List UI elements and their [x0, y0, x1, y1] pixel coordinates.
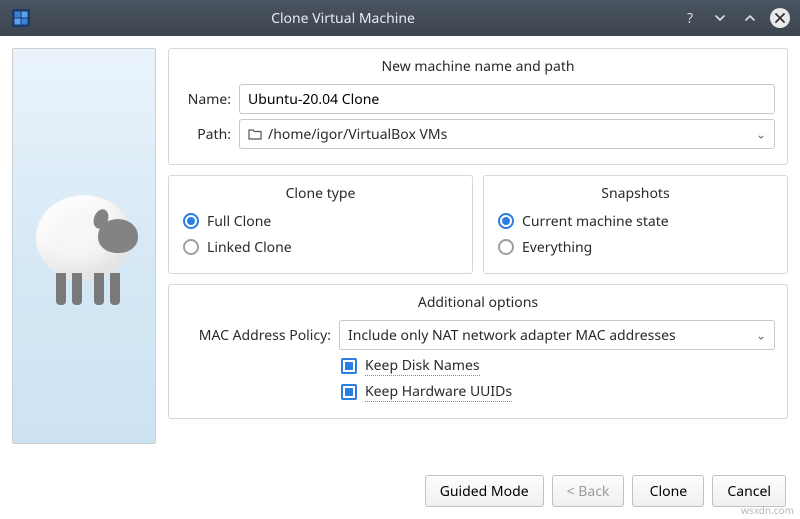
- window-title: Clone Virtual Machine: [6, 9, 680, 28]
- wizard-illustration: [12, 48, 156, 444]
- sheep-image: [36, 195, 132, 281]
- guided-mode-button[interactable]: Guided Mode: [425, 475, 544, 507]
- dialog-button-row: Guided Mode < Back Clone Cancel: [12, 475, 788, 507]
- mac-policy-value: Include only NAT network adapter MAC add…: [348, 326, 676, 345]
- radio-linked-clone[interactable]: Linked Clone: [183, 237, 460, 257]
- group-title-name-path: New machine name and path: [181, 57, 775, 76]
- radio-everything[interactable]: Everything: [498, 237, 775, 257]
- dialog-body: New machine name and path Name: Path: /h…: [0, 36, 800, 519]
- check-keep-hw-uuids[interactable]: Keep Hardware UUIDs: [341, 382, 775, 402]
- titlebar: Clone Virtual Machine ?: [0, 0, 800, 36]
- watermark: wsxdn.com: [741, 503, 794, 517]
- mac-policy-combo[interactable]: Include only NAT network adapter MAC add…: [339, 320, 775, 350]
- path-label: Path:: [181, 125, 231, 144]
- radio-label-linked: Linked Clone: [207, 238, 292, 257]
- radio-icon: [498, 213, 514, 229]
- clone-button[interactable]: Clone: [632, 475, 704, 507]
- back-button[interactable]: < Back: [552, 475, 625, 507]
- group-title-additional: Additional options: [181, 293, 775, 312]
- checkbox-icon: [341, 384, 357, 400]
- name-label: Name:: [181, 90, 231, 109]
- check-label-hw-uuids: Keep Hardware UUIDs: [365, 382, 512, 402]
- path-value: /home/igor/VirtualBox VMs: [268, 125, 447, 144]
- close-button[interactable]: [770, 8, 790, 28]
- group-snapshots: Snapshots Current machine state Everythi…: [483, 175, 788, 274]
- chevron-down-icon: ⌄: [756, 327, 766, 344]
- folder-icon: [248, 128, 262, 140]
- chevron-down-icon: ⌄: [756, 126, 766, 143]
- group-title-clone-type: Clone type: [181, 184, 460, 203]
- radio-label-current: Current machine state: [522, 212, 669, 231]
- group-clone-type: Clone type Full Clone Linked Clone: [168, 175, 473, 274]
- group-name-and-path: New machine name and path Name: Path: /h…: [168, 48, 788, 165]
- radio-current-state[interactable]: Current machine state: [498, 211, 775, 231]
- mac-policy-label: MAC Address Policy:: [181, 326, 331, 345]
- radio-icon: [498, 239, 514, 255]
- check-label-disk-names: Keep Disk Names: [365, 356, 480, 376]
- radio-icon: [183, 239, 199, 255]
- window-controls: ?: [680, 8, 790, 28]
- help-button[interactable]: ?: [680, 8, 700, 28]
- group-title-snapshots: Snapshots: [496, 184, 775, 203]
- check-keep-disk-names[interactable]: Keep Disk Names: [341, 356, 775, 376]
- radio-label-everything: Everything: [522, 238, 592, 257]
- name-input[interactable]: [239, 84, 775, 114]
- maximize-button[interactable]: [740, 8, 760, 28]
- radio-full-clone[interactable]: Full Clone: [183, 211, 460, 231]
- radio-icon: [183, 213, 199, 229]
- radio-label-full: Full Clone: [207, 212, 271, 231]
- checkbox-icon: [341, 358, 357, 374]
- group-additional-options: Additional options MAC Address Policy: I…: [168, 284, 788, 419]
- minimize-button[interactable]: [710, 8, 730, 28]
- path-combo[interactable]: /home/igor/VirtualBox VMs ⌄: [239, 119, 775, 149]
